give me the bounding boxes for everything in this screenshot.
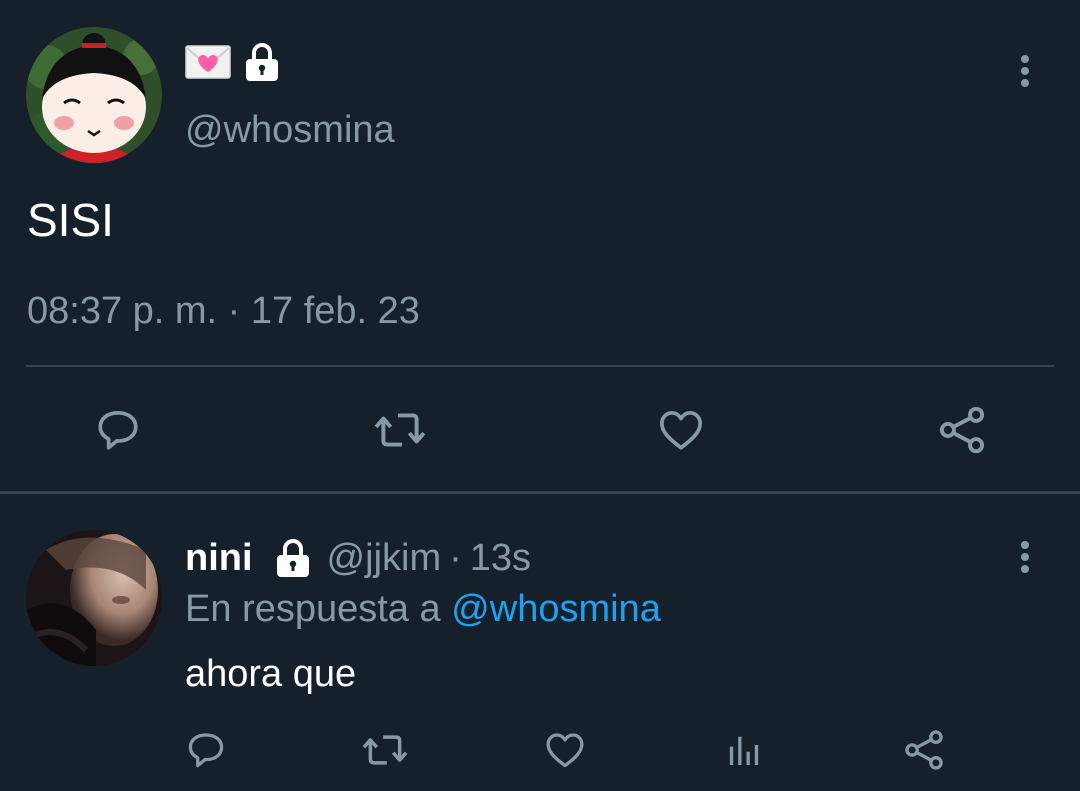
reply-icon (98, 411, 138, 450)
replying-to-mention[interactable]: @whosmina (451, 588, 661, 630)
like-icon (546, 733, 584, 768)
reply-icon (188, 733, 224, 768)
reply-time[interactable]: 13s (470, 537, 531, 580)
retweet-icon (374, 413, 426, 447)
share-icon (905, 730, 943, 770)
like-button[interactable] (651, 400, 711, 460)
reply-button[interactable] (88, 400, 148, 460)
share-icon (939, 406, 985, 454)
tweet-separator (0, 491, 1080, 494)
reply-like-button[interactable] (537, 722, 593, 778)
separator-dot: · (449, 536, 462, 579)
reply-header: nini @jjkim · 13s (185, 534, 531, 582)
reply-share-button[interactable] (896, 722, 952, 778)
retweet-button[interactable] (370, 400, 430, 460)
more-vertical-icon (1021, 541, 1029, 573)
reply-analytics-button[interactable] (716, 722, 772, 778)
reply-text: ahora que (185, 653, 357, 695)
lock-icon (273, 538, 313, 578)
like-icon (659, 411, 703, 450)
retweet-icon (362, 735, 408, 765)
reply-retweet-button[interactable] (357, 722, 413, 778)
divider (26, 365, 1054, 367)
replying-to-prefix: En respuesta a (185, 588, 441, 630)
tweet-timestamp[interactable]: 08:37 p. m. · 17 feb. 23 (27, 287, 420, 335)
love-letter-icon (185, 44, 231, 85)
reply-reply-button[interactable] (178, 722, 234, 778)
avatar[interactable] (26, 27, 162, 163)
replying-to: En respuesta a @whosmina (185, 585, 661, 633)
lock-icon (243, 42, 281, 87)
more-options-button[interactable] (1010, 46, 1040, 96)
analytics-icon (729, 736, 759, 765)
reply-more-options-button[interactable] (1010, 532, 1040, 582)
tweet-text: SISI (27, 194, 114, 246)
reply-display-name[interactable]: nini (185, 537, 253, 580)
display-name[interactable] (185, 42, 281, 86)
share-button[interactable] (932, 400, 992, 460)
reply-avatar[interactable] (26, 530, 162, 666)
user-handle[interactable]: @whosmina (185, 106, 395, 154)
reply-handle[interactable]: @jjkim (327, 537, 442, 580)
more-vertical-icon (1021, 55, 1029, 87)
